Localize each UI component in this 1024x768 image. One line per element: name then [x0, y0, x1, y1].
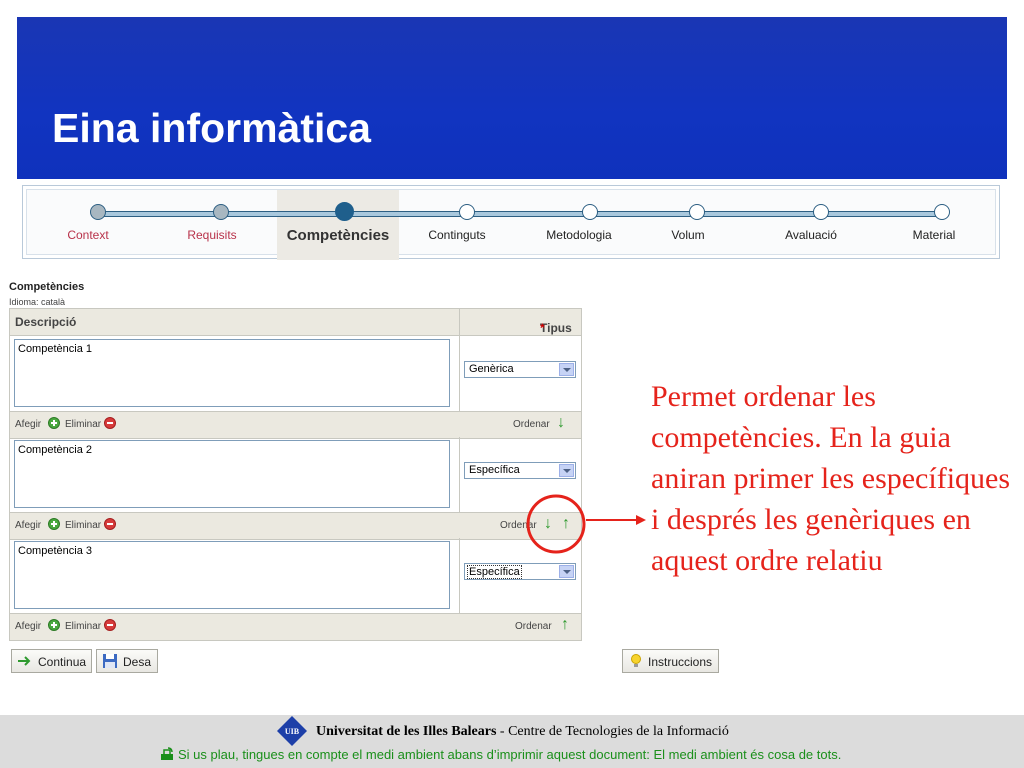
step-label-metodologia[interactable]: Metodologia [524, 228, 634, 242]
step-dot-metodologia[interactable] [582, 204, 598, 220]
move-down-icon[interactable]: ↓ [557, 415, 567, 431]
type-select[interactable]: Genèrica [464, 361, 576, 378]
step-dot-requisits[interactable] [213, 204, 229, 220]
step-label-continguts[interactable]: Continguts [402, 228, 512, 242]
delete-link[interactable]: Eliminar [65, 419, 101, 430]
annotation-text: Permet ordenar les competències. En la g… [651, 380, 1011, 577]
delete-icon[interactable] [104, 518, 116, 530]
save-button[interactable]: Desa [96, 649, 158, 673]
add-link[interactable]: Afegir [15, 520, 41, 531]
step-label-context[interactable]: Context [33, 228, 143, 242]
section-title: Competències [9, 281, 85, 293]
step-dot-context[interactable] [90, 204, 106, 220]
add-icon[interactable] [48, 619, 60, 631]
current-step-highlight [277, 190, 399, 260]
add-icon[interactable] [48, 518, 60, 530]
table-row: Competència 1 Genèrica [10, 336, 581, 411]
language-indicator: Idioma: català [9, 297, 66, 307]
delete-link[interactable]: Eliminar [65, 520, 101, 531]
table-row: Competència 3 Específica [10, 538, 581, 613]
step-dot-avaluacio[interactable] [813, 204, 829, 220]
add-icon[interactable] [48, 417, 60, 429]
chevron-down-icon[interactable] [559, 363, 574, 376]
step-dot-material[interactable] [934, 204, 950, 220]
add-link[interactable]: Afegir [15, 419, 41, 430]
step-label-avaluacio[interactable]: Avaluació [756, 228, 866, 242]
delete-link[interactable]: Eliminar [65, 621, 101, 632]
printer-eco-icon [161, 747, 173, 760]
step-label-material[interactable]: Material [879, 228, 989, 242]
slide-header: Eina informàtica [17, 17, 1007, 179]
description-textarea[interactable]: Competència 1 [14, 339, 450, 407]
order-label: Ordenar [513, 419, 550, 430]
uib-logo: UIB [277, 716, 307, 746]
step-dot-competencies[interactable] [335, 202, 354, 221]
step-label-volum[interactable]: Volum [633, 228, 743, 242]
arrow-right-icon [18, 656, 31, 666]
type-select[interactable]: Específica [464, 563, 576, 580]
row-actions: Afegir Eliminar Ordenar ↓ ↑ [10, 512, 581, 540]
chevron-down-icon[interactable] [559, 565, 574, 578]
delete-icon[interactable] [104, 417, 116, 429]
continue-button[interactable]: Continua [11, 649, 92, 673]
callout-arrow-head [636, 515, 646, 525]
footer-university: Universitat de les Illes Balears - Centr… [316, 724, 729, 739]
competencies-table: Descripció Tipus * Competència 1 Genèric… [9, 308, 582, 641]
instructions-button[interactable]: Instruccions [622, 649, 719, 673]
step-label-competencies[interactable]: Competències [277, 227, 399, 244]
column-header-description: Descripció [15, 315, 77, 329]
description-textarea[interactable]: Competència 2 [14, 440, 450, 508]
step-dot-volum[interactable] [689, 204, 705, 220]
highlight-circle [526, 494, 586, 554]
row-actions: Afegir Eliminar Ordenar ↑ [10, 613, 581, 641]
step-dot-continguts[interactable] [459, 204, 475, 220]
table-row: Competència 2 Específica [10, 437, 581, 512]
chevron-down-icon[interactable] [559, 464, 574, 477]
description-textarea[interactable]: Competència 3 [14, 541, 450, 609]
row-actions: Afegir Eliminar Ordenar ↓ [10, 411, 581, 439]
order-label: Ordenar [515, 621, 552, 632]
delete-icon[interactable] [104, 619, 116, 631]
required-mark: * [540, 321, 545, 335]
page-title: Eina informàtica [52, 105, 371, 151]
move-up-icon[interactable]: ↑ [561, 617, 571, 633]
lightbulb-icon [631, 654, 641, 667]
callout-annotation [526, 494, 646, 554]
type-select[interactable]: Específica [464, 462, 576, 479]
wizard-stepper: Context Requisits Competències Contingut… [22, 185, 1000, 260]
environment-notice: Si us plau, tingues en compte el medi am… [178, 747, 842, 762]
floppy-disk-icon [103, 654, 117, 668]
svg-text:UIB: UIB [285, 727, 300, 736]
table-header: Descripció Tipus * [10, 309, 581, 336]
add-link[interactable]: Afegir [15, 621, 41, 632]
step-label-requisits[interactable]: Requisits [157, 228, 267, 242]
